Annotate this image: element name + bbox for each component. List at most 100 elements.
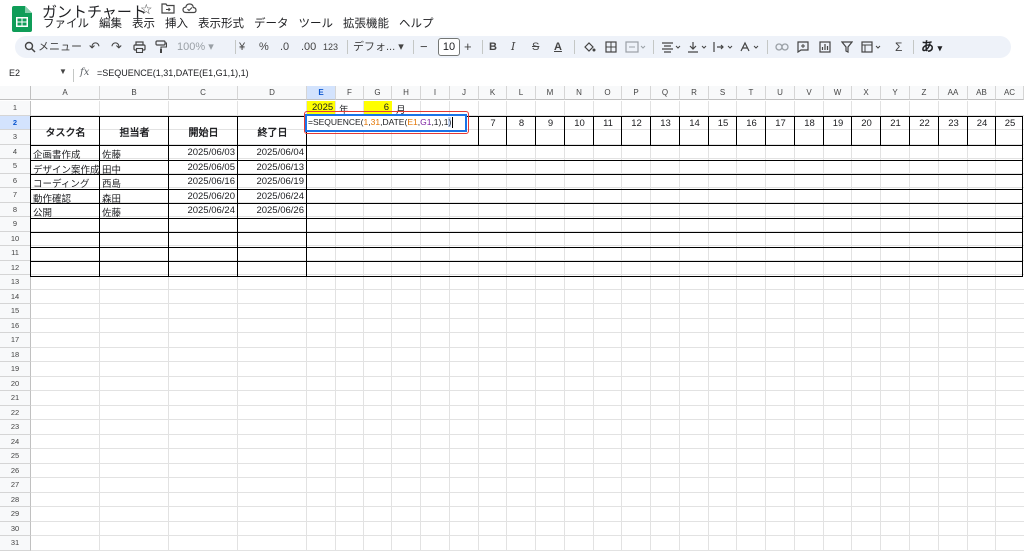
column-header-z[interactable]: Z — [910, 86, 939, 100]
day-number-cell[interactable]: 15 — [709, 118, 737, 129]
undo-icon[interactable]: ↶ — [89, 36, 100, 58]
column-header-n[interactable]: N — [565, 86, 594, 100]
filter-icon[interactable] — [841, 41, 853, 53]
column-header-o[interactable]: O — [594, 86, 622, 100]
column-header-e[interactable]: E — [307, 86, 336, 100]
column-header-q[interactable]: Q — [651, 86, 680, 100]
chevron-down-icon[interactable]: ▼ — [59, 67, 67, 76]
day-number-cell[interactable]: 12 — [622, 118, 651, 129]
select-all-corner[interactable] — [0, 86, 31, 100]
bold-button[interactable]: B — [489, 36, 497, 58]
row-header-5[interactable]: 5 — [0, 159, 31, 174]
row-header-29[interactable]: 29 — [0, 507, 31, 522]
borders-icon[interactable] — [605, 41, 617, 53]
task-end-cell[interactable]: 2025/06/26 — [238, 205, 304, 216]
row-header-24[interactable]: 24 — [0, 434, 31, 449]
column-header-p[interactable]: P — [622, 86, 651, 100]
increase-decimal-button[interactable]: .00 — [301, 36, 316, 58]
row-header-1[interactable]: 1 — [0, 101, 31, 116]
column-header-c[interactable]: C — [169, 86, 238, 100]
row-header-16[interactable]: 16 — [0, 318, 31, 333]
task-assignee-cell[interactable]: 佐藤 — [102, 205, 121, 219]
row-header-3[interactable]: 3 — [0, 130, 31, 145]
filter-views-icon[interactable] — [861, 41, 883, 53]
row-header-10[interactable]: 10 — [0, 231, 31, 246]
row-header-18[interactable]: 18 — [0, 347, 31, 362]
increase-font-size-button[interactable]: + — [464, 36, 472, 58]
column-header-g[interactable]: G — [364, 86, 392, 100]
day-number-cell[interactable]: 10 — [565, 118, 594, 129]
column-header-j[interactable]: J — [450, 86, 479, 100]
row-header-21[interactable]: 21 — [0, 391, 31, 406]
menu-view[interactable]: 表示 — [127, 15, 160, 31]
row-header-6[interactable]: 6 — [0, 173, 31, 188]
row-header-12[interactable]: 12 — [0, 260, 31, 275]
row-header-4[interactable]: 4 — [0, 144, 31, 159]
insert-chart-icon[interactable] — [819, 41, 831, 53]
menu-insert[interactable]: 挿入 — [160, 15, 193, 31]
decrease-decimal-button[interactable]: .0 — [280, 36, 289, 58]
menu-tools[interactable]: ツール — [294, 15, 339, 31]
task-start-cell[interactable]: 2025/06/05 — [169, 162, 235, 173]
percent-format-button[interactable]: % — [259, 36, 269, 58]
day-number-cell[interactable]: 24 — [968, 118, 996, 129]
column-header-k[interactable]: K — [479, 86, 507, 100]
task-start-cell[interactable]: 2025/06/16 — [169, 176, 235, 187]
day-number-cell[interactable]: 16 — [737, 118, 766, 129]
day-number-cell[interactable]: 18 — [795, 118, 824, 129]
column-header-aa[interactable]: AA — [939, 86, 968, 100]
insert-comment-icon[interactable] — [797, 41, 809, 53]
day-number-cell[interactable]: 7 — [479, 118, 507, 129]
task-start-cell[interactable]: 2025/06/20 — [169, 191, 235, 202]
number-format-button[interactable]: 123 — [323, 36, 338, 58]
input-tools-button[interactable]: あ ▾ — [921, 36, 942, 58]
row-header-30[interactable]: 30 — [0, 521, 31, 536]
day-number-cell[interactable]: 25 — [996, 118, 1024, 129]
task-name-cell[interactable]: 企画書作成 — [33, 147, 81, 161]
day-number-cell[interactable]: 23 — [939, 118, 968, 129]
row-header-27[interactable]: 27 — [0, 478, 31, 493]
task-name-cell[interactable]: 公開 — [33, 205, 52, 219]
day-number-cell[interactable]: 13 — [651, 118, 680, 129]
row-header-15[interactable]: 15 — [0, 304, 31, 319]
print-icon[interactable] — [133, 41, 146, 53]
task-assignee-cell[interactable]: 田中 — [102, 162, 121, 176]
day-number-cell[interactable]: 11 — [594, 118, 622, 129]
column-header-m[interactable]: M — [536, 86, 565, 100]
row-header-25[interactable]: 25 — [0, 449, 31, 464]
menu-file[interactable]: ファイル — [38, 15, 94, 31]
text-wrap-icon[interactable] — [713, 41, 735, 53]
task-assignee-cell[interactable]: 佐藤 — [102, 147, 121, 161]
menu-edit[interactable]: 編集 — [94, 15, 127, 31]
cell-editor-e2[interactable]: =SEQUENCE(1,31,DATE(E1,G1,1),1) — [305, 114, 467, 132]
row-header-7[interactable]: 7 — [0, 188, 31, 203]
menu-data[interactable]: データ — [249, 15, 294, 31]
functions-button[interactable]: Σ — [895, 36, 902, 58]
header-assignee-cell[interactable]: 担当者 — [100, 124, 169, 139]
day-number-cell[interactable]: 9 — [536, 118, 565, 129]
vertical-align-icon[interactable] — [687, 41, 709, 53]
italic-button[interactable]: I — [511, 36, 515, 58]
day-number-cell[interactable]: 20 — [852, 118, 881, 129]
font-family-select[interactable]: デフォ... ▾ — [353, 36, 404, 58]
task-assignee-cell[interactable]: 森田 — [102, 191, 121, 205]
text-rotation-icon[interactable] — [739, 41, 761, 53]
task-end-cell[interactable]: 2025/06/13 — [238, 162, 304, 173]
menu-format[interactable]: 表示形式 — [193, 15, 249, 31]
row-header-31[interactable]: 31 — [0, 536, 31, 551]
task-name-cell[interactable]: 動作確認 — [33, 191, 71, 205]
day-number-cell[interactable]: 17 — [766, 118, 795, 129]
column-header-ab[interactable]: AB — [968, 86, 996, 100]
name-box[interactable]: E2 — [9, 68, 20, 78]
column-header-ac[interactable]: AC — [996, 86, 1024, 100]
merge-cells-icon[interactable] — [625, 41, 647, 53]
row-header-17[interactable]: 17 — [0, 333, 31, 348]
row-header-11[interactable]: 11 — [0, 246, 31, 261]
horizontal-align-icon[interactable] — [661, 41, 683, 53]
row-header-22[interactable]: 22 — [0, 405, 31, 420]
menu-extensions[interactable]: 拡張機能 — [338, 15, 394, 31]
row-header-8[interactable]: 8 — [0, 202, 31, 217]
task-name-cell[interactable]: コーディング — [33, 176, 89, 190]
column-header-l[interactable]: L — [507, 86, 536, 100]
insert-link-icon[interactable] — [775, 42, 789, 52]
